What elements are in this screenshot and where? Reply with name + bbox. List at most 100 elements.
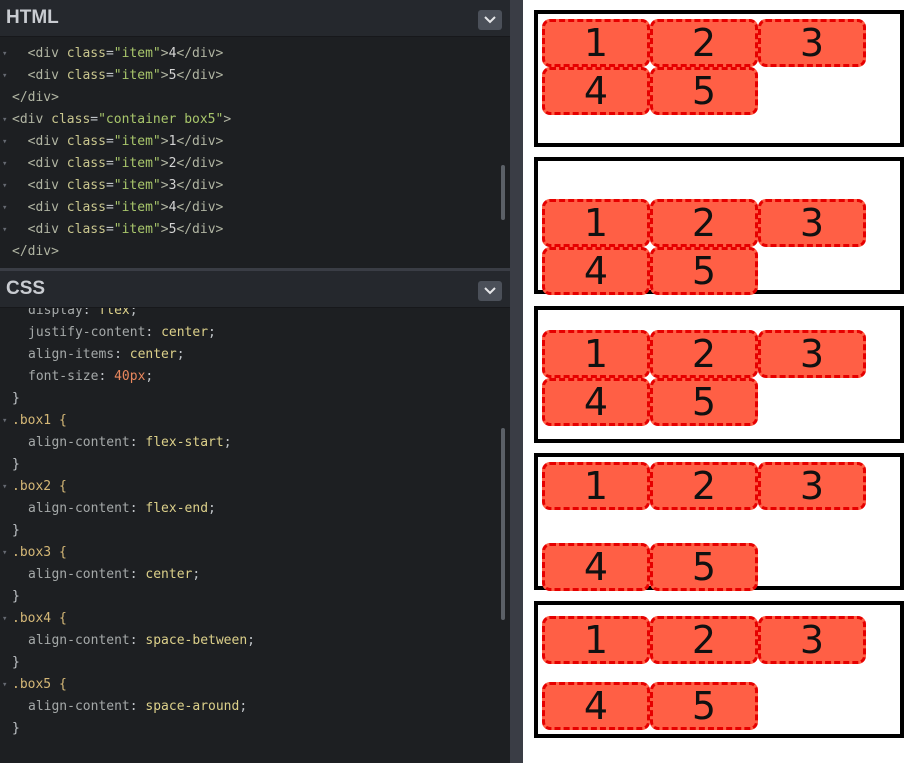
fold-arrow-icon: ▾ [2,482,8,492]
fold-arrow-icon: ▾ [2,159,8,169]
attr-name: class [66,134,106,149]
css-code-line: align-content: center; [0,564,495,586]
html-code-line: ▾ <div class="item">2</div> [0,153,495,175]
flex-item: 1 [542,616,650,664]
css-code-text: } [12,586,20,608]
css-property: align-content [28,633,130,648]
css-code-area[interactable]: display: flex; justify-content: center; al… [0,308,510,763]
flex-container-box1: 123 45 [534,10,904,147]
css-value: space-around [145,699,240,714]
html-panel-title: HTML [6,7,59,28]
attr-value: "item" [113,200,161,215]
html-scrollbar-thumb[interactable] [501,165,505,220]
css-code-line: ▾ .box4 { [0,608,495,630]
css-code-text: } [12,454,20,476]
css-selector: .box5 { [12,677,67,692]
flex-item: 5 [650,247,758,295]
css-code-line: align-content: flex-end; [0,498,495,520]
flex-item: 4 [542,543,650,591]
editor-preview-divider[interactable] [510,0,523,763]
css-value: center [129,347,177,362]
attr-value: "container box5" [98,112,224,127]
css-code-text: } [12,652,20,674]
css-code-text: align-content: center; [28,567,201,582]
css-code-text: } [12,388,20,410]
html-code-text: <div class="item">3</div> [12,178,224,193]
flex-item: 3 [758,330,866,378]
fold-arrow-icon: ▾ [2,614,8,624]
css-code-line: } [0,586,495,608]
css-code-line: } [0,520,495,542]
css-property: display [28,308,83,318]
html-code-line: ▾ <div class="item">5</div> [0,219,495,241]
chevron-down-icon [484,16,496,24]
css-code-line: align-content: space-between; [0,630,495,652]
css-code-line: font-size: 40px; [0,366,495,388]
css-code-text: display: flex; [28,308,138,322]
attr-name: class [51,112,91,127]
flex-item: 5 [650,682,758,730]
css-brace: } [12,391,20,406]
html-code-text: <div class="item">2</div> [12,156,224,171]
flex-item: 4 [542,247,650,295]
html-code-text: <div class="item">1</div> [12,134,224,149]
attr-name: class [66,46,106,61]
html-code-text: <div class="item">5</div> [12,222,224,237]
flex-item: 2 [650,199,758,247]
flex-item: 3 [758,19,866,67]
html-code-text: <div class="item">5</div> [12,68,224,83]
css-code-text: align-content: space-between; [28,633,255,648]
css-code-line: } [0,652,495,674]
css-scrollbar-thumb[interactable] [501,428,505,620]
css-panel-header: CSS [0,271,510,308]
fold-arrow-icon: ▾ [2,203,8,213]
flex-item: 1 [542,199,650,247]
html-code-line: ▾ <div class="item">5</div> [0,65,495,87]
css-panel-title: CSS [6,278,46,299]
flex-item: 1 [542,330,650,378]
html-panel-header: HTML [0,0,510,37]
flex-item: 4 [542,378,650,426]
flex-item: 1 [542,462,650,510]
flex-item: 2 [650,19,758,67]
html-panel-toggle[interactable] [478,10,502,30]
css-brace: } [12,457,20,472]
css-value: flex-start [145,435,224,450]
css-code-text: .box1 { [12,410,67,432]
html-code-line: ▾ <div class="item">4</div> [0,197,495,219]
html-code-text: </div> [12,87,59,109]
css-selector: .box3 { [12,545,67,560]
css-code-line: align-items: center; [0,344,495,366]
fold-arrow-icon: ▾ [2,225,8,235]
flex-item: 3 [758,199,866,247]
code-editor: HTML ▾ <div class="item">4</div> ▾ <div c… [0,0,510,763]
css-brace: } [12,523,20,538]
css-brace: } [12,721,20,736]
html-code-line: ▾ <div class="container box5"> [0,109,495,131]
css-code-line: } [0,718,495,740]
css-selector: .box2 { [12,479,67,494]
css-code-text: } [12,520,20,542]
css-code-text: align-content: flex-end; [28,501,216,516]
fold-arrow-icon: ▾ [2,137,8,147]
fold-arrow-icon: ▾ [2,115,8,125]
flex-item: 5 [650,543,758,591]
css-selector: .box4 { [12,611,67,626]
css-code-line: justify-content: center; [0,322,495,344]
html-code-area[interactable]: ▾ <div class="item">4</div> ▾ <div class=… [0,37,510,268]
css-panel-toggle[interactable] [478,281,502,301]
attr-value: "item" [113,46,161,61]
css-number-value: 40px [114,369,146,384]
html-code-text: <div class="item">4</div> [12,46,224,61]
css-code-line: } [0,454,495,476]
css-code-line: } [0,388,495,410]
html-code-line: </div> [0,241,495,263]
chevron-down-icon [484,287,496,295]
css-code-text: } [12,718,20,740]
attr-name: class [66,200,106,215]
flex-item: 2 [650,330,758,378]
attr-value: "item" [113,222,161,237]
fold-arrow-icon: ▾ [2,181,8,191]
css-property: align-content [28,501,130,516]
flex-container-box3: 123 45 [534,306,904,443]
